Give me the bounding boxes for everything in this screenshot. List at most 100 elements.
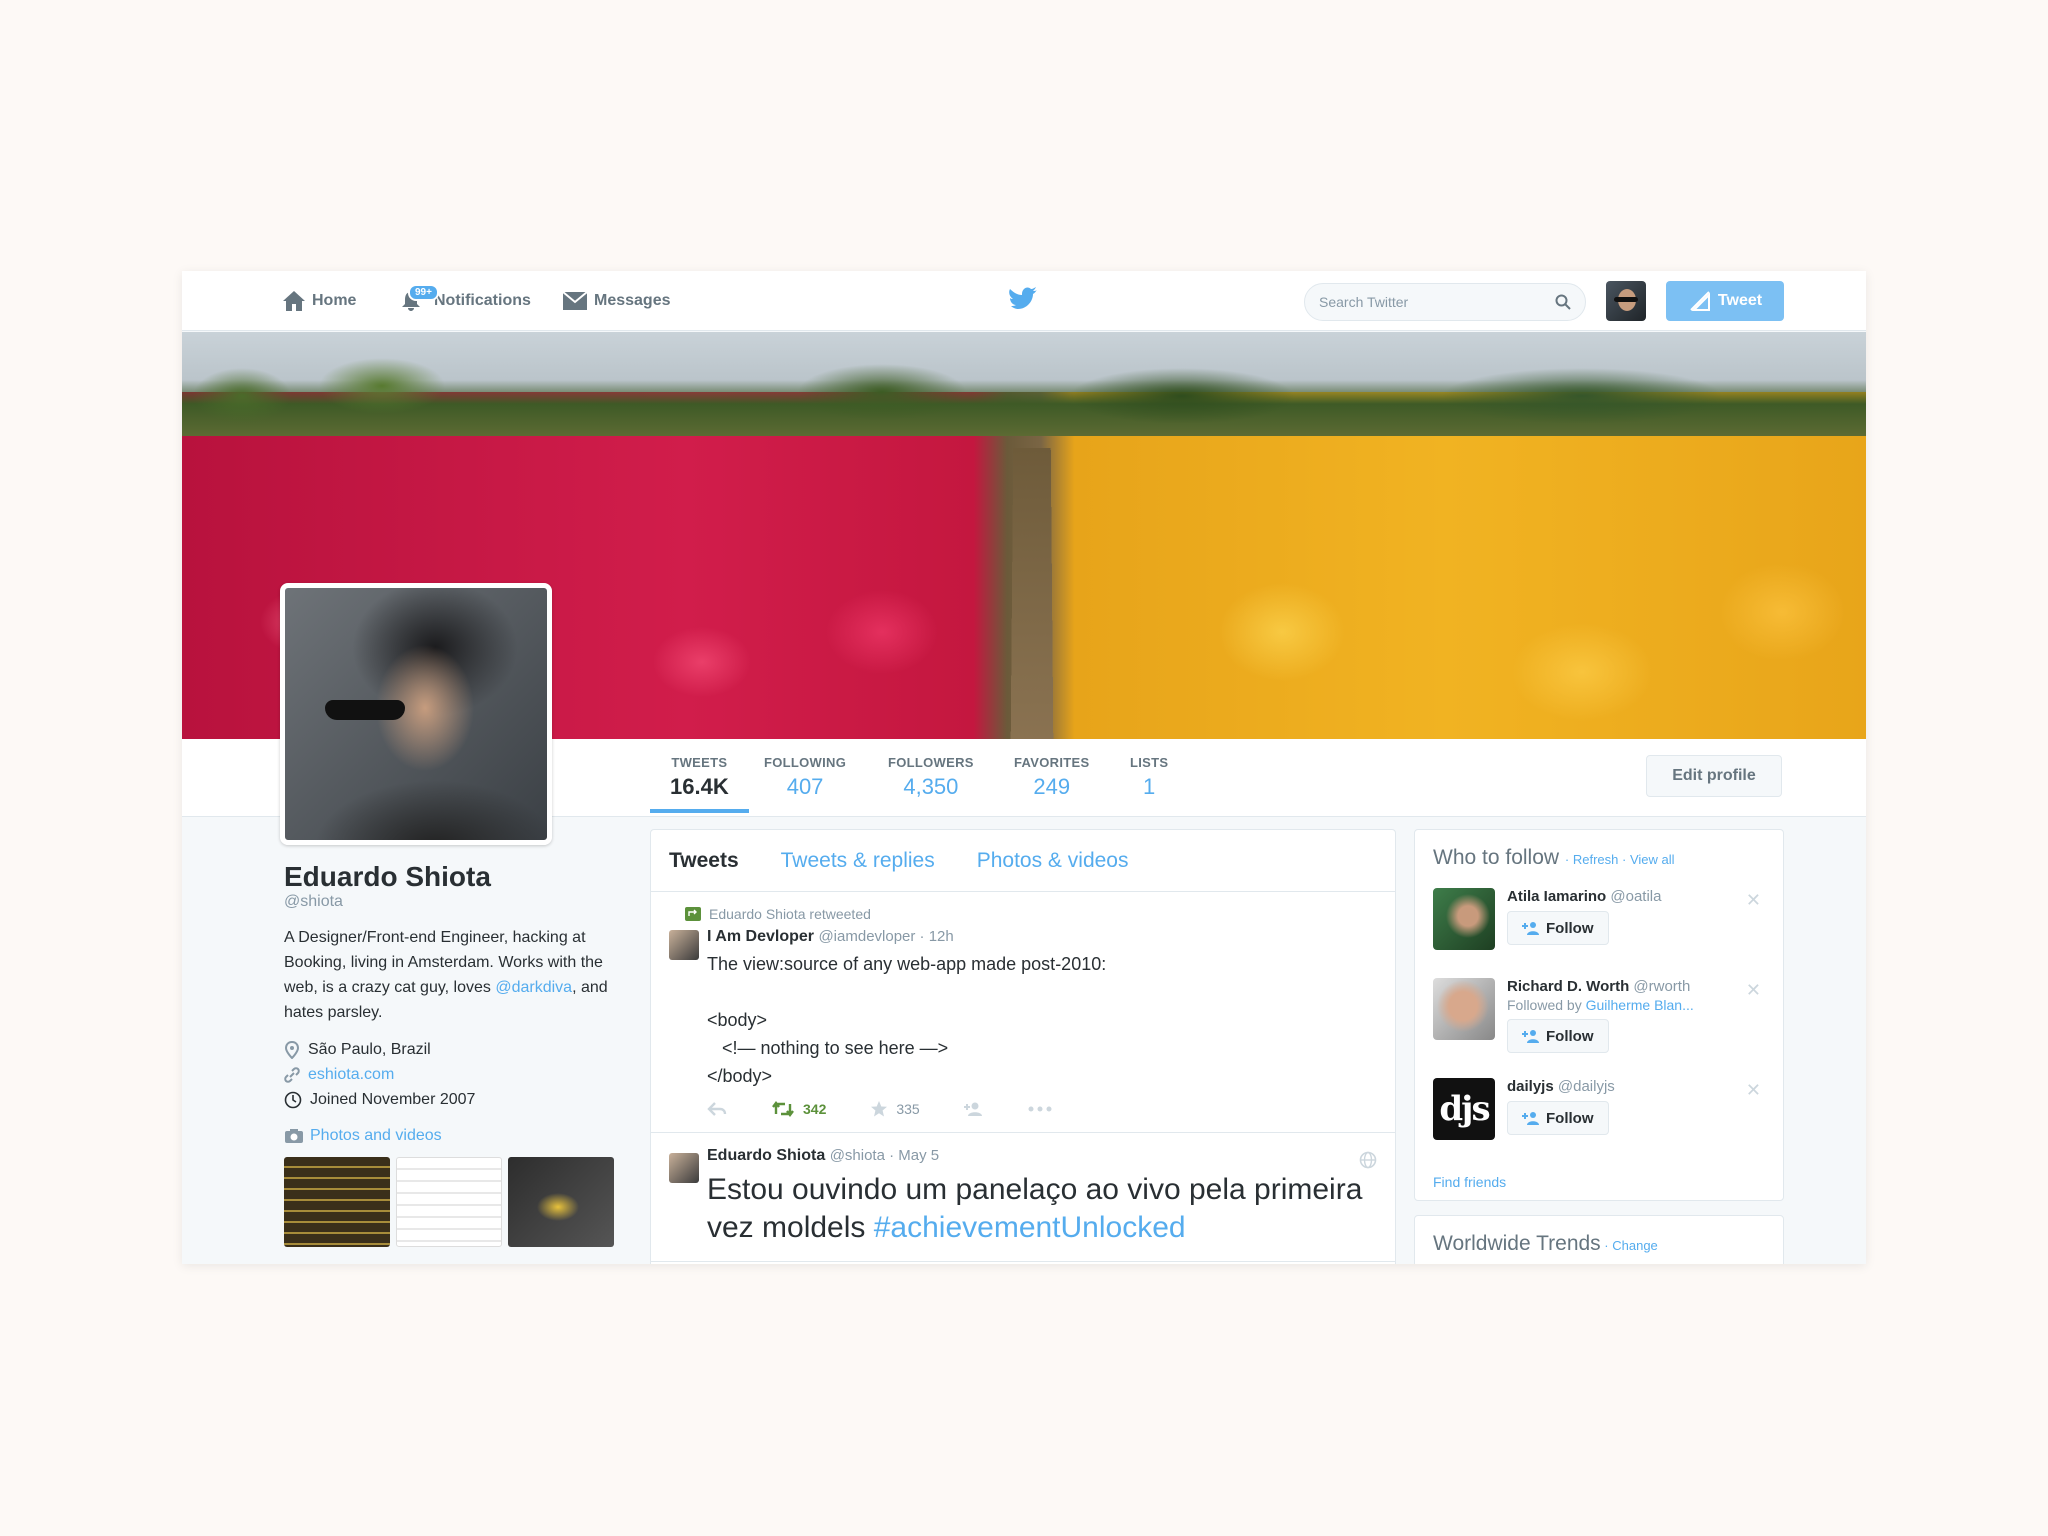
suggestion-avatar[interactable]: djs — [1433, 1078, 1495, 1140]
who-to-follow-module: Who to follow · Refresh · View all Atila… — [1414, 829, 1784, 1201]
nav-home-label: Home — [312, 292, 357, 309]
search-box[interactable] — [1304, 283, 1586, 321]
hashtag-link[interactable]: #achievementUnlocked — [874, 1211, 1186, 1244]
location-pin-icon — [284, 1041, 300, 1059]
home-icon — [283, 291, 305, 311]
timeline-tabs: Tweets Tweets & replies Photos & videos — [651, 830, 1395, 892]
retweet-note-text: Eduardo Shiota retweeted — [709, 906, 871, 922]
followed-by-prefix: Followed by — [1507, 997, 1586, 1013]
edit-profile-button[interactable]: Edit profile — [1646, 755, 1782, 797]
notifications-badge: 99+ — [408, 284, 439, 301]
dismiss-suggestion-icon[interactable]: ✕ — [1746, 890, 1761, 911]
follow-button[interactable]: Follow — [1507, 1019, 1609, 1053]
tweet-author-name[interactable]: Eduardo Shiota — [707, 1147, 825, 1164]
worldwide-trends-module: Worldwide Trends · Change — [1414, 1215, 1784, 1264]
website-link[interactable]: eshiota.com — [308, 1066, 394, 1084]
follow-button-label: Follow — [1546, 919, 1594, 937]
tab-photos-and-videos[interactable]: Photos & videos — [977, 849, 1129, 873]
twitter-bird-icon[interactable] — [1008, 287, 1038, 313]
more-button[interactable] — [1028, 1106, 1052, 1112]
suggestion-identity[interactable]: Richard D. Worth @rworth — [1507, 978, 1765, 995]
tweet-author-avatar[interactable] — [669, 930, 699, 960]
suggestion-handle: @dailyjs — [1557, 1078, 1615, 1095]
tweet-timeline: Tweets Tweets & replies Photos & videos … — [650, 829, 1396, 1264]
nav-home[interactable]: Home — [282, 285, 356, 317]
stat-value: 249 — [1033, 774, 1071, 799]
dismiss-suggestion-icon[interactable]: ✕ — [1746, 1080, 1761, 1101]
tweet-actions: 342 335 — [707, 1100, 1377, 1118]
stat-favorites[interactable]: FAVORITES 249 — [1014, 755, 1089, 800]
follow-author-button[interactable] — [963, 1101, 984, 1117]
suggestion-handle: @oatila — [1610, 888, 1662, 905]
person-add-icon — [963, 1102, 982, 1116]
tweet-meta[interactable]: @iamdevloper · 12h — [818, 928, 953, 945]
bio-mention-link[interactable]: @darkdiva — [495, 979, 572, 996]
suggestion-avatar[interactable] — [1433, 888, 1495, 950]
change-trends-link[interactable]: Change — [1612, 1238, 1658, 1253]
joined-row: Joined November 2007 — [284, 1091, 624, 1109]
stat-followers[interactable]: FOLLOWERS 4,350 — [888, 755, 974, 800]
twitter-window: Home 99+ Notifications Messages Tweet — [182, 271, 1866, 1264]
retweet-count: 342 — [803, 1101, 827, 1117]
suggestion-name[interactable]: Atila Iamarino — [1507, 888, 1606, 905]
camera-icon — [285, 1129, 303, 1143]
nav-notifications[interactable]: 99+ Notifications — [400, 284, 531, 317]
profile-picture[interactable] — [280, 583, 552, 845]
follow-button[interactable]: Follow — [1507, 1101, 1609, 1135]
retweet-icon — [772, 1101, 794, 1117]
profile-handle[interactable]: @shiota — [284, 893, 624, 911]
follow-suggestion: Atila Iamarino @oatila Follow ✕ — [1433, 888, 1765, 952]
website-row[interactable]: eshiota.com — [284, 1066, 624, 1084]
profile-bio: A Designer/Front-end Engineer, hacking a… — [284, 925, 624, 1025]
nav-messages-label: Messages — [594, 292, 671, 309]
find-friends-link[interactable]: Find friends — [1433, 1174, 1765, 1190]
link-icon — [284, 1067, 300, 1083]
stat-following[interactable]: FOLLOWING 407 — [764, 755, 846, 800]
photos-and-videos-link[interactable]: Photos and videos — [284, 1127, 624, 1145]
followed-by-link[interactable]: Guilherme Blan... — [1586, 997, 1694, 1013]
reply-button[interactable] — [707, 1101, 727, 1117]
suggestion-identity[interactable]: Atila Iamarino @oatila — [1507, 888, 1765, 905]
tweet-item[interactable]: Eduardo Shiota retweeted I Am Devloper @… — [651, 892, 1395, 1133]
photo-thumbnail[interactable] — [396, 1157, 502, 1247]
tweet-meta[interactable]: @shiota · May 5 — [830, 1147, 939, 1164]
dismiss-suggestion-icon[interactable]: ✕ — [1746, 980, 1761, 1001]
stat-label: FAVORITES — [1014, 755, 1090, 770]
stat-tweets[interactable]: TWEETS 16.4K — [650, 755, 749, 813]
search-input[interactable] — [1319, 294, 1555, 310]
suggestion-avatar[interactable] — [1433, 978, 1495, 1040]
tab-tweets-and-replies[interactable]: Tweets & replies — [781, 849, 935, 873]
photo-thumbnails — [284, 1157, 624, 1247]
nav-messages[interactable]: Messages — [562, 285, 671, 317]
stat-label: FOLLOWING — [764, 755, 847, 770]
tweet-header: I Am Devloper @iamdevloper · 12h — [707, 928, 1377, 946]
retweet-button[interactable]: 342 — [771, 1101, 826, 1117]
stat-label: LISTS — [1130, 755, 1169, 770]
tweet-item[interactable]: Eduardo Shiota @shiota · May 5 Estou ouv… — [651, 1133, 1395, 1262]
suggestion-name[interactable]: dailyjs — [1507, 1078, 1554, 1095]
stat-label: TWEETS — [671, 755, 728, 770]
search-icon[interactable] — [1555, 294, 1571, 310]
stat-lists[interactable]: LISTS 1 — [1130, 755, 1168, 800]
refresh-link[interactable]: Refresh — [1573, 852, 1619, 867]
follow-suggestion: djs dailyjs @dailyjs Follow ✕ — [1433, 1078, 1765, 1142]
photo-thumbnail[interactable] — [508, 1157, 614, 1247]
suggestion-name[interactable]: Richard D. Worth — [1507, 978, 1629, 995]
who-to-follow-heading: Who to follow — [1433, 846, 1560, 869]
photo-thumbnail[interactable] — [284, 1157, 390, 1247]
suggestion-identity[interactable]: dailyjs @dailyjs — [1507, 1078, 1765, 1095]
tweet-author-name[interactable]: I Am Devloper — [707, 928, 814, 945]
user-avatar[interactable] — [1606, 281, 1646, 321]
who-to-follow-title: Who to follow · Refresh · View all — [1433, 846, 1675, 869]
profile-name[interactable]: Eduardo Shiota — [284, 861, 624, 893]
follow-button[interactable]: Follow — [1507, 911, 1609, 945]
compose-tweet-button[interactable]: Tweet — [1666, 281, 1784, 321]
tab-tweets[interactable]: Tweets — [669, 849, 739, 873]
sunglasses — [325, 700, 405, 720]
favorite-button[interactable]: 335 — [870, 1100, 920, 1118]
tweet-author-avatar[interactable] — [669, 1153, 699, 1183]
trends-title: Worldwide Trends · Change — [1433, 1232, 1658, 1255]
view-all-link[interactable]: View all — [1630, 852, 1675, 867]
retweet-note: Eduardo Shiota retweeted — [685, 906, 1377, 922]
retweet-small-icon — [685, 907, 701, 921]
